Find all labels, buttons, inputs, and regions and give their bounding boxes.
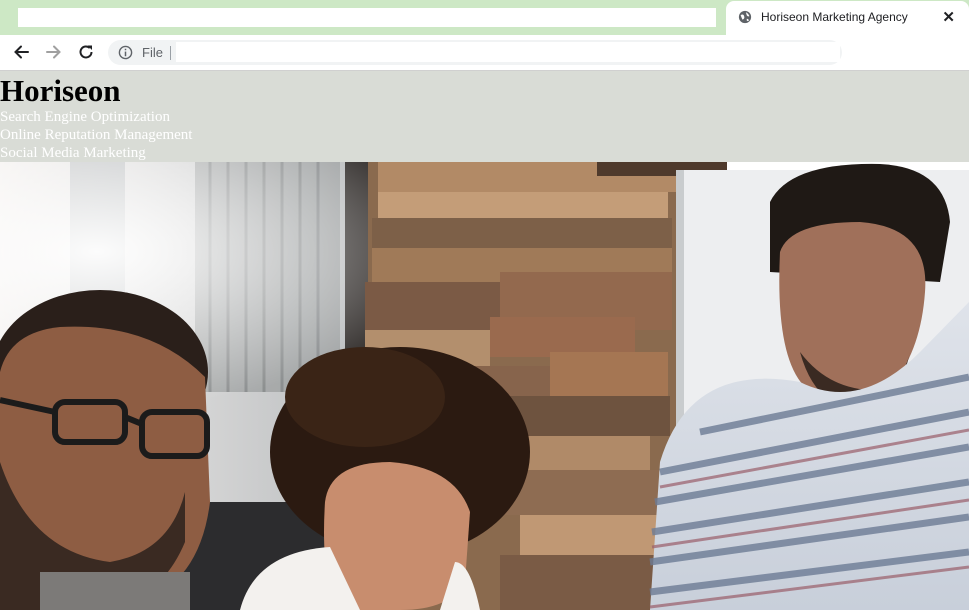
- globe-icon: [738, 10, 752, 24]
- site-header: Horiseon Search Engine Optimization Onli…: [0, 71, 969, 162]
- inactive-tab[interactable]: [18, 8, 716, 27]
- info-icon[interactable]: [118, 45, 133, 60]
- browser-tab-strip: Horiseon Marketing Agency ✕: [0, 0, 969, 35]
- address-bar[interactable]: File: [108, 40, 842, 65]
- tab-close-icon[interactable]: ✕: [942, 8, 955, 26]
- site-title[interactable]: Horiseon: [0, 73, 121, 109]
- browser-toolbar: File: [0, 35, 969, 71]
- nav-link-search-engine-optimization[interactable]: Search Engine Optimization: [0, 108, 192, 126]
- active-tab[interactable]: Horiseon Marketing Agency ✕: [726, 1, 969, 35]
- back-button[interactable]: [10, 41, 32, 63]
- back-arrow-icon: [14, 45, 29, 59]
- reload-icon: [79, 45, 93, 59]
- scheme-label: File: [142, 45, 163, 60]
- forward-arrow-icon: [46, 45, 61, 59]
- reload-button[interactable]: [75, 41, 97, 63]
- hero-image: [0, 162, 969, 610]
- url-input[interactable]: [176, 42, 840, 62]
- team-photo: [0, 162, 969, 610]
- forward-button[interactable]: [43, 41, 65, 63]
- nav-link-social-media-marketing[interactable]: Social Media Marketing: [0, 144, 192, 162]
- site-nav: Search Engine Optimization Online Reputa…: [0, 108, 192, 162]
- nav-link-online-reputation-management[interactable]: Online Reputation Management: [0, 126, 192, 144]
- address-divider: [170, 46, 171, 60]
- tab-title: Horiseon Marketing Agency: [761, 10, 908, 24]
